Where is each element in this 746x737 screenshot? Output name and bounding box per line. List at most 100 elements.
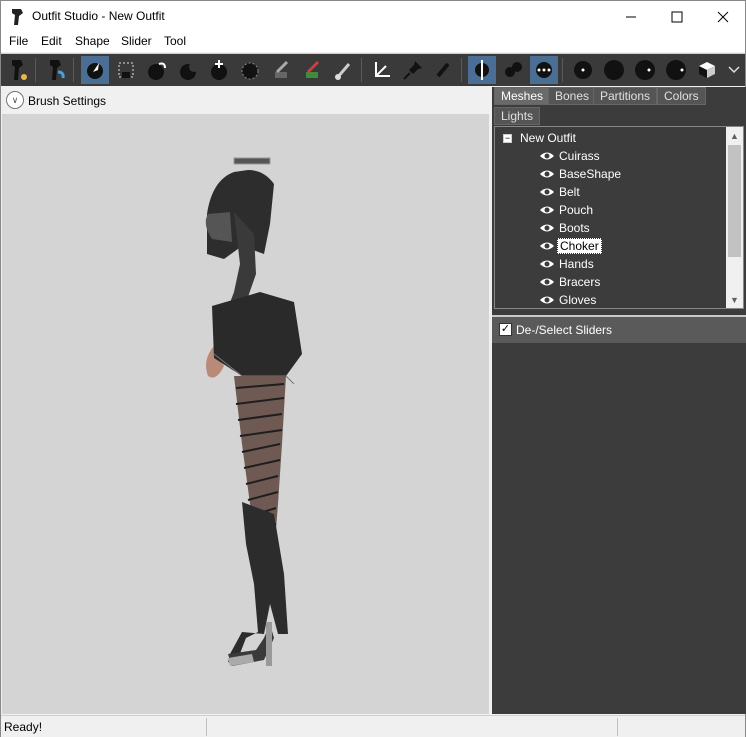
smooth-brush-icon xyxy=(241,62,259,80)
collapse-icon[interactable]: − xyxy=(503,133,512,143)
brush-size-medium-icon xyxy=(604,60,624,80)
view-mode-cube-button[interactable] xyxy=(693,56,721,84)
symmetry-y-icon xyxy=(505,62,522,77)
app-window: Outfit Studio - New Outfit File Edit Sha… xyxy=(0,0,746,737)
vertex-edit-button[interactable] xyxy=(430,56,458,84)
tab-lights[interactable]: Lights xyxy=(494,107,541,125)
character-model-preview xyxy=(205,157,302,666)
eye-icon[interactable] xyxy=(539,223,555,233)
chevron-down-icon[interactable]: ∨ xyxy=(6,91,24,109)
menu-bar: File Edit Shape Slider Tool xyxy=(1,32,745,52)
more-options-button[interactable] xyxy=(723,56,745,84)
brush-size-small-icon xyxy=(574,61,592,79)
menu-tool[interactable]: Tool xyxy=(164,34,186,48)
tree-item[interactable]: Bracers xyxy=(539,273,602,291)
brush-size-large-icon xyxy=(635,60,655,80)
move-brush-button[interactable] xyxy=(205,56,233,84)
tree-root[interactable]: − New Outfit xyxy=(503,129,576,147)
mesh-tree[interactable]: − New Outfit Cuirass BaseShape Belt Pouch Bo… xyxy=(494,126,744,309)
close-button[interactable] xyxy=(700,1,746,32)
tree-item-label: BaseShape xyxy=(559,167,622,181)
close-icon xyxy=(717,11,729,22)
symmetry-z-button[interactable] xyxy=(530,56,558,84)
brush-settings-header[interactable]: ∨ Brush Settings xyxy=(2,87,489,114)
toolbar xyxy=(1,53,745,86)
status-separator xyxy=(617,718,618,736)
weight-brush-button[interactable] xyxy=(298,56,326,84)
tree-item[interactable]: Pouch xyxy=(539,201,595,219)
tree-item[interactable]: Gloves xyxy=(539,291,598,309)
tree-scrollbar[interactable]: ▲ ▼ xyxy=(726,127,743,308)
symmetry-x-icon xyxy=(475,60,489,80)
tree-item[interactable]: Boots xyxy=(539,219,592,237)
eye-icon[interactable] xyxy=(539,241,555,251)
tree-item-label: Belt xyxy=(559,185,580,199)
mask-rect-icon xyxy=(118,62,134,78)
scroll-up-icon[interactable]: ▲ xyxy=(726,127,743,144)
scroll-down-icon[interactable]: ▼ xyxy=(726,291,743,308)
inflate-brush-icon xyxy=(148,62,166,80)
color-brush-button[interactable] xyxy=(329,56,357,84)
tree-item-label: Cuirass xyxy=(559,149,600,163)
brush-size-xlarge-icon xyxy=(666,60,686,80)
minimize-icon xyxy=(626,16,636,17)
eye-icon[interactable] xyxy=(539,169,555,179)
tab-partitions[interactable]: Partitions xyxy=(593,87,658,105)
symmetry-z-icon xyxy=(536,62,552,78)
tree-item[interactable]: Cuirass xyxy=(539,147,602,165)
eye-icon[interactable] xyxy=(539,259,555,269)
load-reference-button[interactable] xyxy=(42,56,70,84)
eye-icon[interactable] xyxy=(539,205,555,215)
tree-item[interactable]: Belt xyxy=(539,183,582,201)
symmetry-x-button[interactable] xyxy=(468,56,496,84)
tab-bones[interactable]: Bones xyxy=(548,87,597,105)
menu-edit[interactable]: Edit xyxy=(41,34,62,48)
symmetry-y-button[interactable] xyxy=(499,56,527,84)
eye-icon[interactable] xyxy=(539,187,555,197)
deflate-brush-button[interactable] xyxy=(174,56,202,84)
new-project-icon xyxy=(12,60,27,80)
select-brush-button[interactable] xyxy=(81,56,109,84)
menu-slider[interactable]: Slider xyxy=(121,34,152,48)
toolbar-separator xyxy=(361,58,362,82)
brush-size-large-button[interactable] xyxy=(631,56,659,84)
status-text: Ready! xyxy=(4,720,43,734)
eye-icon[interactable] xyxy=(539,295,555,305)
brush-size-small-button[interactable] xyxy=(569,56,597,84)
tree-item[interactable]: BaseShape xyxy=(539,165,623,183)
tab-colors[interactable]: Colors xyxy=(657,87,706,105)
tab-meshes[interactable]: Meshes xyxy=(494,87,551,105)
smooth-brush-button[interactable] xyxy=(236,56,264,84)
tab-bar: Meshes Bones Partitions Colors Lights xyxy=(492,87,746,125)
new-project-button[interactable] xyxy=(4,56,32,84)
select-sliders-checkbox[interactable]: ✓ xyxy=(499,323,512,336)
tree-item-label: Choker xyxy=(557,238,602,254)
menu-file[interactable]: File xyxy=(9,34,28,48)
tree-item[interactable]: Hands xyxy=(539,255,596,273)
scroll-thumb[interactable] xyxy=(728,145,741,257)
select-brush-icon xyxy=(87,63,103,79)
load-reference-icon xyxy=(50,60,65,80)
title-bar: Outfit Studio - New Outfit xyxy=(1,1,745,32)
color-brush-icon xyxy=(335,63,351,80)
3d-viewport[interactable] xyxy=(2,114,489,714)
maximize-button[interactable] xyxy=(654,1,700,32)
toolbar-separator xyxy=(562,58,563,82)
eye-icon[interactable] xyxy=(539,151,555,161)
app-logo-icon xyxy=(12,9,23,25)
transform-button[interactable] xyxy=(368,56,396,84)
menu-shape[interactable]: Shape xyxy=(75,34,110,48)
brush-settings-label: Brush Settings xyxy=(28,94,107,108)
inflate-brush-button[interactable] xyxy=(143,56,171,84)
mask-rect-button[interactable] xyxy=(112,56,140,84)
tree-item[interactable]: Choker xyxy=(539,237,602,255)
brush-size-medium-button[interactable] xyxy=(600,56,628,84)
eye-icon[interactable] xyxy=(539,277,555,287)
sliders-header: ✓ De-/Select Sliders xyxy=(492,315,746,343)
tree-item-label: Bracers xyxy=(559,275,601,289)
brush-size-xlarge-button[interactable] xyxy=(662,56,690,84)
pivot-button[interactable] xyxy=(399,56,427,84)
minimize-button[interactable] xyxy=(608,1,654,32)
undiff-brush-button[interactable] xyxy=(267,56,295,84)
deflate-brush-icon xyxy=(180,62,199,80)
